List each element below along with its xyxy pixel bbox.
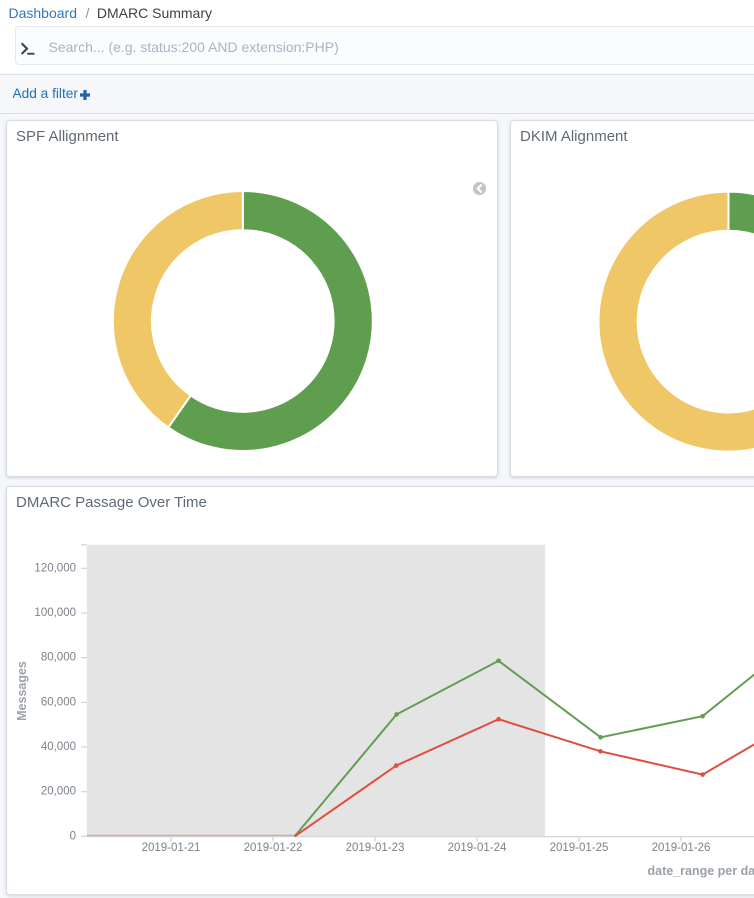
svg-text:Messages: Messages [15,661,29,721]
svg-text:date_range per day: date_range per day [648,864,754,878]
svg-text:2019-01-24: 2019-01-24 [448,842,507,854]
svg-text:60,000: 60,000 [41,696,76,708]
svg-text:2019-01-23: 2019-01-23 [346,842,405,854]
svg-text:40,000: 40,000 [41,741,76,753]
svg-text:2019-01-21: 2019-01-21 [142,842,201,854]
svg-text:80,000: 80,000 [41,652,76,664]
svg-text:120,000: 120,000 [34,562,76,574]
svg-text:2019-01-26: 2019-01-26 [652,842,711,854]
svg-text:2019-01-25: 2019-01-25 [550,842,609,854]
svg-text:0: 0 [70,830,76,842]
svg-text:2019-01-22: 2019-01-22 [244,842,303,854]
svg-text:100,000: 100,000 [34,607,76,619]
svg-text:20,000: 20,000 [41,786,76,798]
